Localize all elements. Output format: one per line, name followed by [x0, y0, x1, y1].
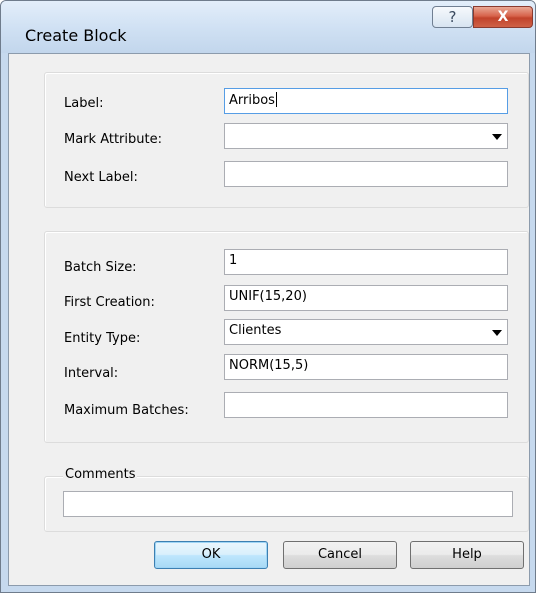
dropdown-arrow-icon[interactable] — [492, 134, 502, 140]
batch-size-field[interactable]: 1 — [224, 249, 508, 275]
maximum-batches-field[interactable] — [224, 392, 508, 418]
mark-attribute-caption: Mark Attribute: — [64, 132, 162, 147]
first-creation-caption: First Creation: — [64, 295, 155, 310]
close-icon: X — [497, 9, 509, 25]
batch-size-caption: Batch Size: — [64, 260, 137, 275]
first-creation-field[interactable]: UNIF(15,20) — [224, 285, 508, 311]
entity-type-dropdown[interactable]: Clientes — [224, 319, 508, 345]
maximum-batches-caption: Maximum Batches: — [64, 403, 189, 418]
dropdown-arrow-icon[interactable] — [492, 330, 502, 336]
label-value: Arribos — [229, 93, 275, 108]
create-block-dialog: Create Block ? X Label: Arribos Mark Att… — [0, 0, 536, 593]
first-creation-value: UNIF(15,20) — [229, 289, 307, 304]
batch-size-value: 1 — [229, 253, 238, 268]
interval-value: NORM(15,5) — [229, 358, 309, 373]
comments-field[interactable] — [63, 491, 513, 517]
next-label-field[interactable] — [224, 161, 508, 187]
label-field[interactable]: Arribos — [224, 88, 508, 114]
dialog-body: Label: Arribos Mark Attribute: Next Labe… — [8, 53, 530, 586]
mark-attribute-dropdown[interactable] — [224, 123, 508, 149]
comments-caption: Comments — [63, 467, 138, 482]
ok-button[interactable]: OK — [154, 541, 268, 569]
label-caption: Label: — [64, 96, 104, 111]
title-bar[interactable]: Create Block ? X — [1, 1, 535, 53]
text-caret — [275, 92, 277, 107]
close-button[interactable]: X — [473, 6, 533, 28]
cancel-button[interactable]: Cancel — [283, 541, 397, 569]
interval-field[interactable]: NORM(15,5) — [224, 354, 508, 380]
entity-type-caption: Entity Type: — [64, 331, 141, 346]
interval-caption: Interval: — [64, 366, 119, 381]
context-help-button[interactable]: ? — [432, 6, 473, 28]
help-button[interactable]: Help — [410, 541, 524, 569]
entity-type-value: Clientes — [229, 323, 282, 338]
window-title: Create Block — [25, 26, 127, 45]
help-icon: ? — [448, 8, 457, 26]
next-label-caption: Next Label: — [64, 170, 138, 185]
